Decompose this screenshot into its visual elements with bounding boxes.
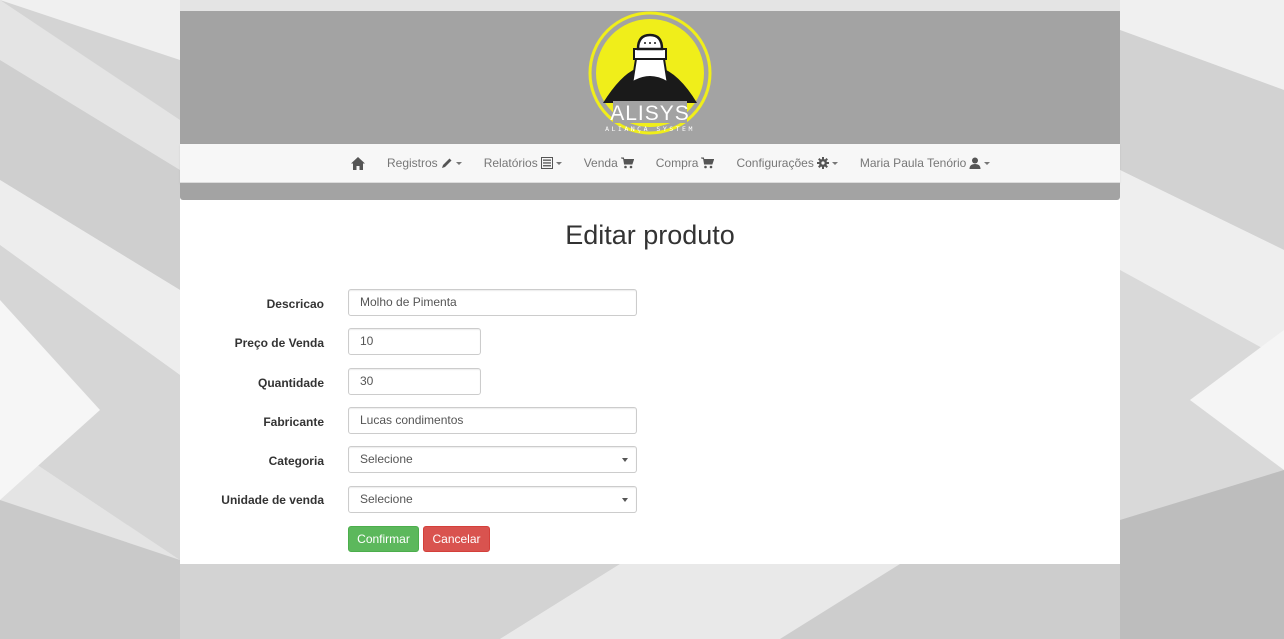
home-icon [351,156,365,170]
preco-label: Preço de Venda [234,336,324,350]
confirm-button[interactable]: Confirmar [348,526,419,552]
nav-venda[interactable]: Venda [584,156,634,170]
chevron-down-icon [984,161,991,165]
nav-registros[interactable]: Registros [387,156,462,170]
quantidade-input[interactable]: 30 [348,368,481,395]
fabricante-input[interactable]: Lucas condimentos [348,407,637,434]
shopping-cart-icon [620,157,634,169]
pencil-icon [441,158,452,168]
descricao-input[interactable]: Molho de Pimenta [348,289,637,316]
list-alt-icon [540,157,553,169]
nav-user-label: Maria Paula Tenório [859,156,967,170]
preco-input[interactable]: 10 [348,328,481,355]
nav-venda-label: Venda [583,156,618,170]
select-arrow-icon [622,498,628,502]
header-banner: ALISYS ALIANÇA SYSTEM [180,11,1120,144]
unidade-label: Unidade de venda [221,493,324,507]
unidade-select[interactable]: Selecione [348,486,637,513]
nav-compra-label: Compra [655,156,699,170]
categoria-label: Categoria [268,454,324,468]
nav-configuracoes-label: Configurações [736,156,814,170]
brand-name: ALISYS [610,102,690,125]
nav-home[interactable] [348,156,365,170]
chevron-down-icon [555,161,562,165]
nav-configuracoes[interactable]: Configurações [736,156,838,170]
top-navbar: Registros Relatórios Venda Compra Config… [180,144,1120,183]
descricao-label: Descricao [266,297,324,311]
categoria-select[interactable]: Selecione [348,446,637,473]
nav-compra[interactable]: Compra [656,156,715,170]
fabricante-label: Fabricante [263,415,324,429]
shopping-cart-icon [701,157,715,169]
main-panel: ALISYS ALIANÇA SYSTEM Registros Relatóri… [180,11,1120,564]
page-title: Editar produto [565,220,735,250]
nav-user-menu[interactable]: Maria Paula Tenório [860,156,991,170]
brand-tagline: ALIANÇA SYSTEM [605,125,695,133]
nav-registros-label: Registros [387,156,438,170]
unidade-selected-value: Selecione [360,492,413,506]
select-arrow-icon [622,458,628,462]
categoria-selected-value: Selecione [360,452,413,466]
quantidade-label: Quantidade [257,376,324,390]
nav-relatorios-label: Relatórios [483,156,538,170]
user-icon [969,157,981,169]
chevron-down-icon [831,161,838,165]
nav-relatorios[interactable]: Relatórios [484,156,562,170]
header-bottom-strip [180,183,1120,200]
cog-icon [816,157,829,169]
alisys-logo[interactable]: ALISYS ALIANÇA SYSTEM [583,11,717,144]
chevron-down-icon [455,161,462,165]
cancel-button[interactable]: Cancelar [423,526,490,552]
